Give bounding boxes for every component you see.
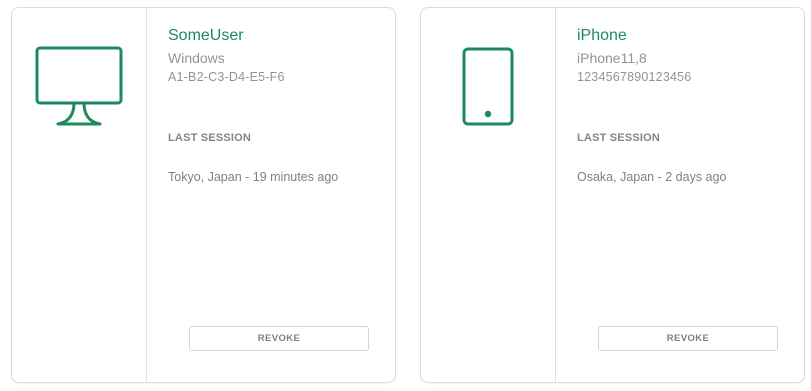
last-session-heading: LAST SESSION — [577, 132, 661, 144]
device-id: A1-B2-C3-D4-E5-F6 — [168, 70, 285, 84]
device-info: SomeUser Windows A1-B2-C3-D4-E5-F6 — [168, 27, 385, 85]
revoke-button[interactable]: REVOKE — [598, 326, 778, 351]
device-card: SomeUser Windows A1-B2-C3-D4-E5-F6 LAST … — [11, 7, 396, 383]
desktop-monitor-icon — [35, 46, 123, 126]
smartphone-icon — [462, 47, 514, 126]
device-card: iPhone iPhone11,8 1234567890123456 LAST … — [420, 7, 805, 383]
revoke-button[interactable]: REVOKE — [189, 326, 369, 351]
device-info: iPhone iPhone11,8 1234567890123456 — [577, 27, 794, 85]
last-session-detail: Osaka, Japan - 2 days ago — [577, 170, 727, 184]
device-icon-panel — [12, 8, 147, 382]
device-name: iPhone — [577, 27, 627, 44]
device-name: SomeUser — [168, 27, 244, 44]
device-id: 1234567890123456 — [577, 70, 692, 84]
device-icon-panel — [421, 8, 556, 382]
device-os: iPhone11,8 — [577, 50, 647, 66]
device-os: Windows — [168, 50, 225, 66]
last-session-detail: Tokyo, Japan - 19 minutes ago — [168, 170, 339, 184]
last-session-heading: LAST SESSION — [168, 132, 252, 144]
